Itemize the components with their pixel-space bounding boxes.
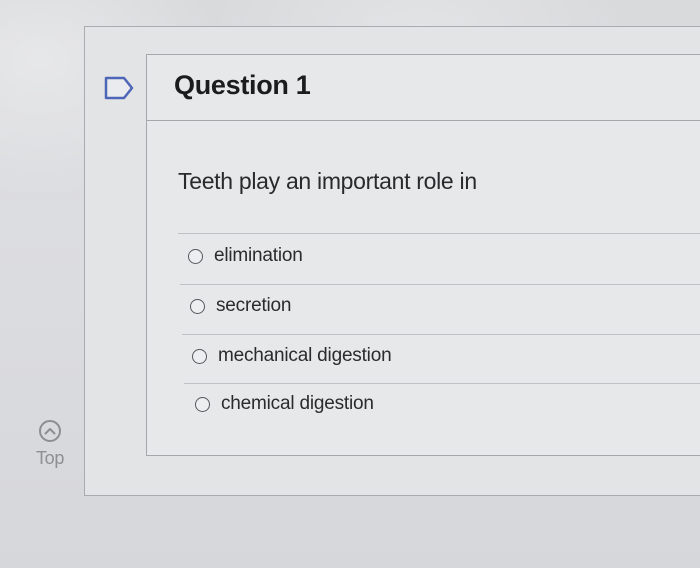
radio-button[interactable] [190,298,205,314]
radio-button[interactable] [188,248,203,264]
option-label: mechanical digestion [218,345,392,366]
radio-button[interactable] [192,348,207,364]
question-text: Teeth play an important role in [178,168,477,194]
back-to-top-link[interactable]: Top [30,420,70,476]
option-divider [180,284,700,285]
radio-button[interactable] [195,396,210,412]
question-title: Question 1 [174,70,311,100]
flag-question-icon[interactable] [104,76,134,100]
option-label: chemical digestion [221,393,374,414]
option-elimination[interactable]: elimination [188,236,303,276]
option-divider [182,334,700,335]
option-mechanical-digestion[interactable]: mechanical digestion [192,336,392,376]
top-label: Top [35,448,65,468]
option-divider [178,233,700,234]
option-secretion[interactable]: secretion [190,286,291,326]
option-label: secretion [216,295,292,316]
option-label: elimination [214,245,303,266]
option-chemical-digestion[interactable]: chemical digestion [195,384,374,424]
chevron-up-circle-icon [39,420,61,442]
